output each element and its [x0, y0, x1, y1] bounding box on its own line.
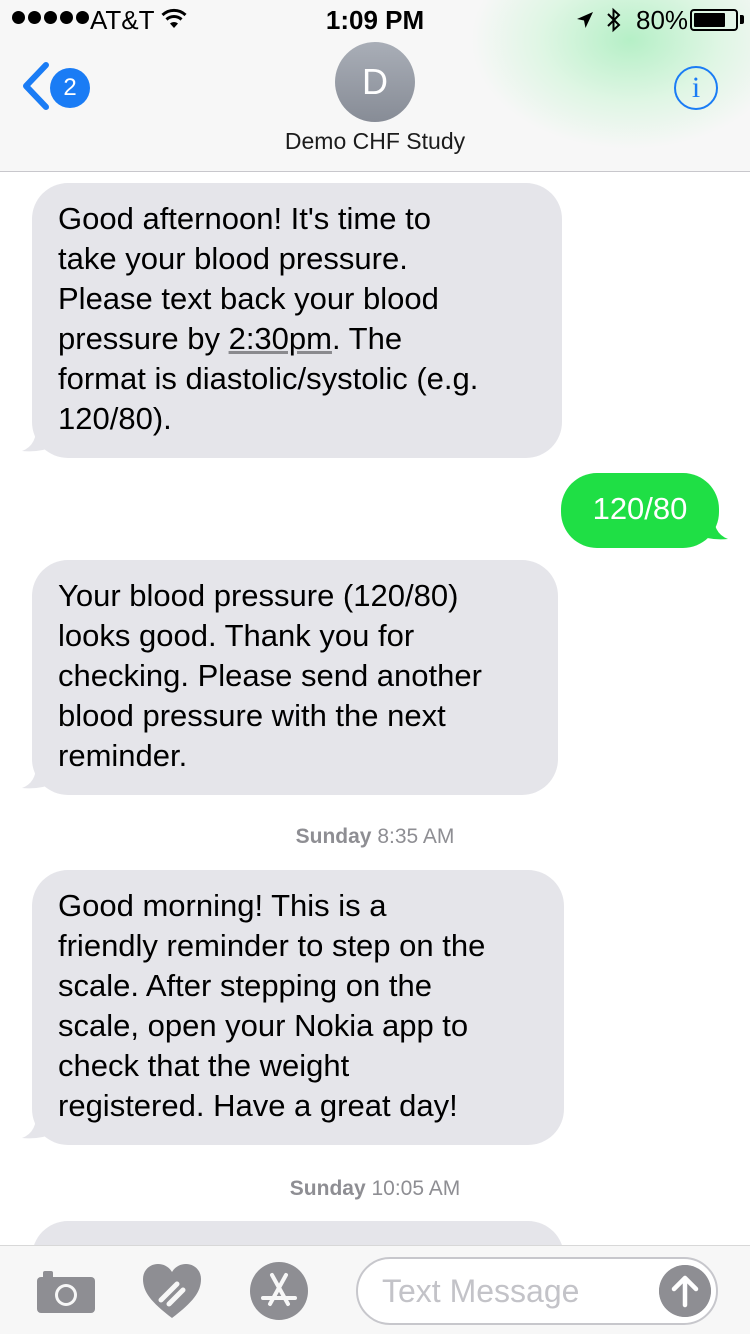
battery-icon	[690, 9, 738, 31]
incoming-message[interactable]: Your blood pressure (120/80) looks good.…	[32, 560, 558, 795]
location-arrow-icon	[577, 12, 593, 28]
camera-icon[interactable]	[37, 1271, 95, 1313]
message-text-field[interactable]	[356, 1257, 718, 1325]
app-store-icon[interactable]	[250, 1262, 308, 1320]
message-input[interactable]	[382, 1269, 652, 1313]
battery-level	[694, 13, 726, 27]
battery-terminal	[740, 15, 744, 24]
time-link[interactable]: 2:30pm	[229, 321, 332, 356]
unread-count-badge[interactable]: 2	[50, 68, 90, 108]
bluetooth-icon	[607, 7, 621, 33]
info-icon[interactable]: i	[674, 66, 718, 110]
status-bar: AT&T 1:09 PM 80%	[0, 0, 750, 40]
message-input-bar	[0, 1245, 750, 1334]
timestamp: Sunday 8:35 AM	[295, 825, 455, 848]
send-arrow-icon[interactable]	[659, 1265, 711, 1317]
contact-avatar[interactable]: D	[335, 42, 415, 122]
battery-percentage: 80%	[636, 5, 689, 35]
incoming-message-partial[interactable]	[32, 1221, 564, 1245]
digital-touch-icon[interactable]	[143, 1264, 201, 1320]
contact-name[interactable]: Demo CHF Study	[0, 128, 750, 155]
incoming-message[interactable]: Good afternoon! It's time to take your b…	[32, 183, 562, 458]
navigation-header: AT&T 1:09 PM 80% 2 D Demo CHF Study i	[0, 0, 750, 172]
message-thread[interactable]: Good afternoon! It's time to take your b…	[0, 173, 750, 1245]
outgoing-message[interactable]: 120/80	[561, 473, 719, 548]
timestamp: Sunday 10:05 AM	[289, 1177, 461, 1200]
incoming-message[interactable]: Good morning! This is a friendly reminde…	[32, 870, 564, 1145]
